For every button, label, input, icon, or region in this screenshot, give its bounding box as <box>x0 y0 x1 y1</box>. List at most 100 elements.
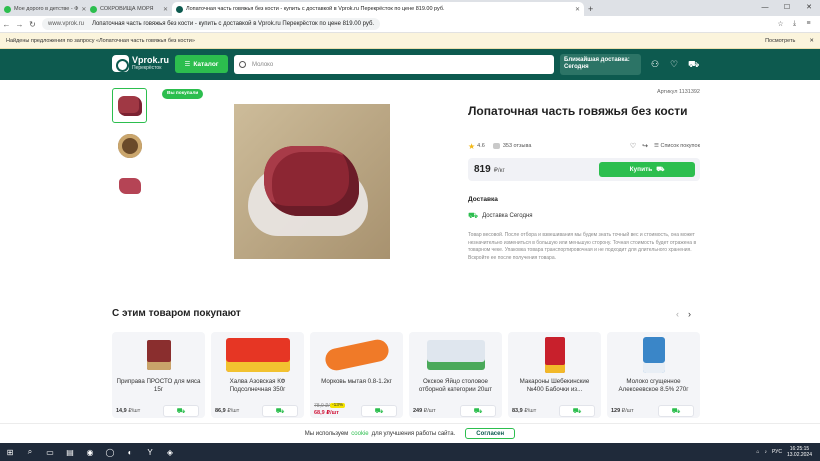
chevron-left-icon[interactable]: ‹ <box>676 309 679 319</box>
network-icon[interactable]: ⌂ <box>756 449 759 455</box>
reviews-link[interactable]: 353 отзыва <box>503 143 532 149</box>
app-icon[interactable]: ◈ <box>160 443 180 461</box>
accept-cookie-button[interactable]: Согласен <box>465 428 516 439</box>
nearest-delivery-button[interactable]: Ближайшая доставка: Сегодня <box>560 54 641 75</box>
browser-tab-2[interactable]: СОКРОВИЩА МОРЯ ✕ <box>86 2 172 16</box>
opera-icon[interactable]: ◯ <box>100 443 120 461</box>
add-to-cart-button[interactable]: ⛟ <box>163 405 199 417</box>
star-icon: ★ <box>468 141 476 151</box>
browser-tab-3[interactable]: Лопаточная часть говяжья без кости - куп… <box>172 2 584 16</box>
share-icon[interactable]: ↪ <box>642 142 648 150</box>
minimize-icon[interactable]: — <box>754 0 776 16</box>
product-price: 14,9 ₽/шт <box>116 408 141 414</box>
tab-label: Мое дорого в детстве - Ф <box>14 6 79 12</box>
bookmark-icon[interactable]: ☆ <box>775 20 786 28</box>
logo-icon <box>112 55 129 72</box>
add-to-cart-button[interactable]: ⛟ <box>262 405 298 417</box>
product-price: 83,9 ₽/шт <box>512 408 537 414</box>
menu-icon[interactable]: ≡ <box>803 20 814 28</box>
add-to-cart-button[interactable]: ⛟ <box>361 405 397 417</box>
product-title: Лопаточная часть говяжья без кости <box>468 104 688 118</box>
add-to-cart-button[interactable]: ⛟ <box>658 405 694 417</box>
browser-tabbar: Мое дорого в детстве - Ф ✕ СОКРОВИЩА МОР… <box>0 0 820 16</box>
close-icon[interactable]: ✕ <box>78 6 86 13</box>
language-indicator[interactable]: РУС <box>772 449 782 455</box>
logo-title: Vprok.ru <box>132 55 170 65</box>
firefox-icon[interactable]: ◐ <box>120 443 140 461</box>
chrome-icon[interactable]: ◉ <box>80 443 100 461</box>
article-number: Артикул 1131392 <box>656 89 700 95</box>
product-image <box>112 336 205 374</box>
catalog-button[interactable]: ☰ Каталог <box>175 55 228 73</box>
heart-icon[interactable]: ♡ <box>630 142 636 150</box>
user-icon[interactable]: ⚇ <box>650 59 660 69</box>
window-controls: — ☐ ✕ <box>754 0 820 16</box>
volume-icon[interactable]: ♪ <box>764 449 767 455</box>
task-view-icon[interactable]: ▭ <box>40 443 60 461</box>
clock[interactable]: 16:25:15 13.02.2024 <box>787 446 812 458</box>
delivery-text: Доставка Сегодня <box>482 213 533 219</box>
cookie-text-before: Мы используем <box>304 430 349 437</box>
product-main-image[interactable] <box>234 104 390 259</box>
thumbnail-raw[interactable] <box>112 168 147 203</box>
product-price: 819 <box>474 164 491 175</box>
close-window-icon[interactable]: ✕ <box>798 0 820 16</box>
related-products: Приправа ПРОСТО для мяса 15г 14,9 ₽/шт ⛟… <box>112 332 700 418</box>
close-icon[interactable]: ✕ <box>572 6 580 13</box>
url-field[interactable]: www.vprok.ru Лопаточная часть говяжья бе… <box>42 18 381 30</box>
product-price: 68,9 ₽/шт <box>314 410 339 416</box>
search-icon[interactable]: ⌕ <box>20 443 40 461</box>
product-name: Морковь мытая 0.8-1.2кг <box>321 378 392 385</box>
new-tab-icon[interactable]: + <box>588 4 593 14</box>
close-icon[interactable]: ✕ <box>160 6 168 13</box>
related-heading: С этим товаром покупают <box>112 308 241 319</box>
product-card[interactable]: Морковь мытая 0.8-1.2кг 78,9 ₽/шт -13% 6… <box>310 332 403 418</box>
download-icon[interactable]: ⤓ <box>789 20 800 28</box>
reviews-icon <box>492 143 500 149</box>
thumbnail-meat[interactable] <box>112 88 147 123</box>
price-unit: ₽/кг <box>493 166 505 174</box>
product-name: Молоко сгущенное Алексеевское 8.5% 270г <box>618 378 689 393</box>
view-suggestion-link[interactable]: Посмотреть <box>765 38 795 44</box>
product-meta: ★ 4.6 353 отзыва ♡ ↪ ☰ Список покупок <box>468 141 700 151</box>
site-logo[interactable]: Vprok.ru Перекрёсток <box>112 55 169 72</box>
product-card[interactable]: Окское Яйцо столовое отборной категории … <box>409 332 502 418</box>
maximize-icon[interactable]: ☐ <box>776 0 798 16</box>
browser-tab-1[interactable]: Мое дорого в детстве - Ф ✕ <box>0 2 86 16</box>
forward-icon[interactable]: → <box>13 20 26 29</box>
product-price: 86,9 ₽/шт <box>215 408 240 414</box>
back-icon[interactable]: ← <box>0 20 13 29</box>
tab-favicon <box>90 5 97 13</box>
cookie-banner: Мы используем cookie для улучшения работ… <box>0 423 820 443</box>
search-input[interactable]: Молоко <box>234 55 554 74</box>
chevron-right-icon[interactable]: › <box>688 309 691 319</box>
add-to-cart-button[interactable]: ⛟ <box>559 405 595 417</box>
product-card[interactable]: Макароны Шебекинские №400 Бабочки из... … <box>508 332 601 418</box>
cookie-link[interactable]: cookie <box>351 431 368 437</box>
cart-icon[interactable]: ⛟ <box>688 59 699 69</box>
product-price: 129 ₽/шт <box>611 408 634 414</box>
buy-button[interactable]: Купить ⛟ <box>599 162 695 177</box>
favorites-icon[interactable]: ♡ <box>669 59 679 69</box>
product-name: Макароны Шебекинские №400 Бабочки из... <box>519 378 590 393</box>
shopping-list-button[interactable]: ☰ Список покупок <box>654 143 700 149</box>
product-image <box>211 336 304 374</box>
product-card[interactable]: Молоко сгущенное Алексеевское 8.5% 270г … <box>607 332 700 418</box>
windows-start-icon[interactable]: ⊞ <box>0 443 20 461</box>
tab-label: Лопаточная часть говяжья без кости - куп… <box>186 6 445 12</box>
product-card[interactable]: Приправа ПРОСТО для мяса 15г 14,9 ₽/шт ⛟ <box>112 332 205 418</box>
url-page-title: Лопаточная часть говяжья без кости - куп… <box>92 21 375 27</box>
close-icon[interactable]: ✕ <box>809 38 814 44</box>
cookie-text-after: для улучшения работы сайта. <box>371 430 456 437</box>
logo-subtitle: Перекрёсток <box>132 65 162 71</box>
product-image <box>310 336 403 374</box>
cart-icon: ⛟ <box>656 166 665 173</box>
explorer-icon[interactable]: ▤ <box>60 443 80 461</box>
reload-icon[interactable]: ↻ <box>26 20 39 29</box>
product-card[interactable]: Халва Азовская КФ Подсолнечная 350г 86,9… <box>211 332 304 418</box>
yandex-icon[interactable]: Y <box>140 443 160 461</box>
thumbnail-dish[interactable] <box>112 128 147 163</box>
add-to-cart-button[interactable]: ⛟ <box>460 405 496 417</box>
site-header: Vprok.ru Перекрёсток ☰ Каталог Молоко Бл… <box>0 49 820 80</box>
truck-icon: ⛟ <box>468 211 479 220</box>
